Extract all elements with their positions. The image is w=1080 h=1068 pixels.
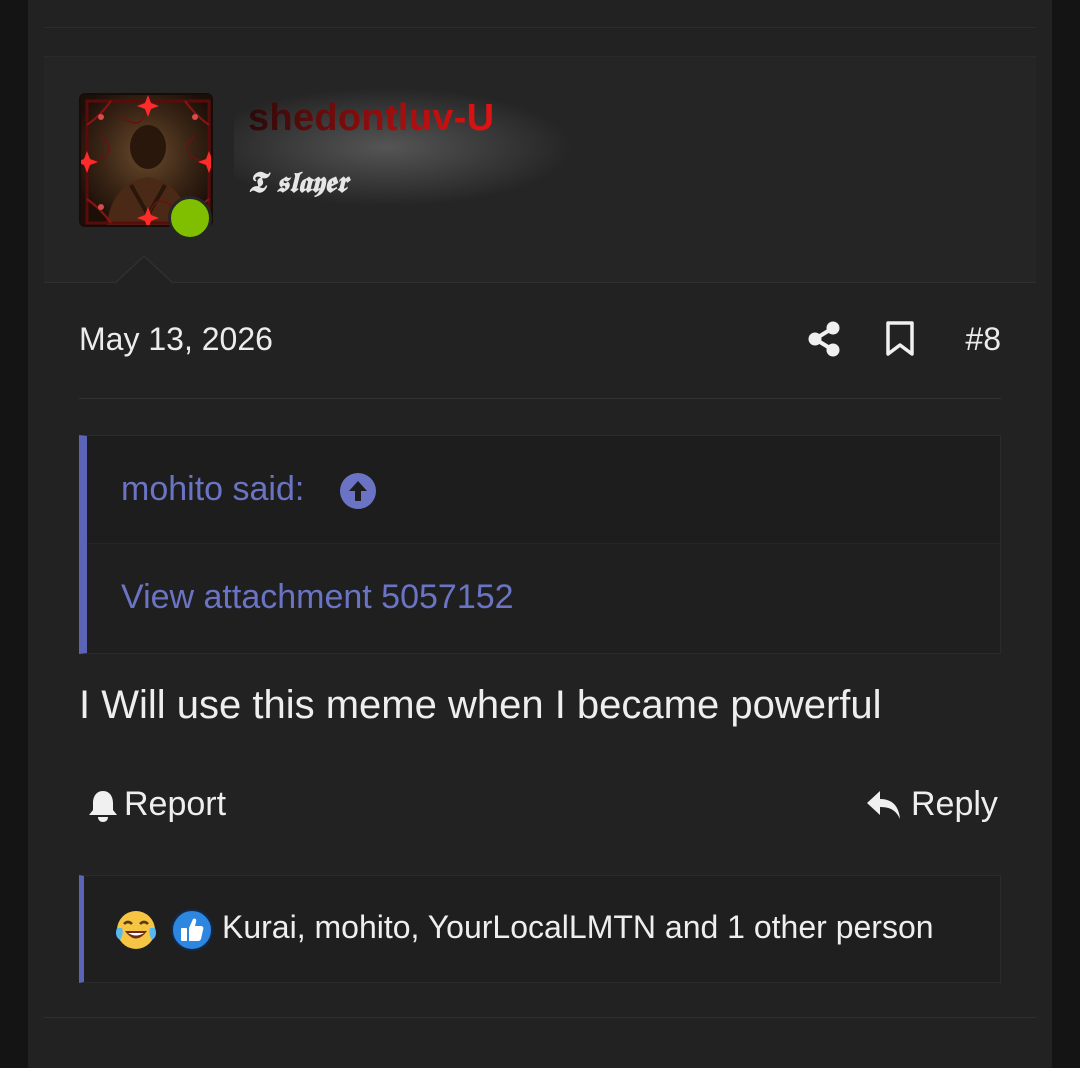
post-date[interactable]: May 13, 2026: [79, 321, 273, 358]
share-icon[interactable]: [807, 321, 841, 362]
reply-arrow-icon: [867, 791, 900, 819]
quote-header: mohito said:: [87, 436, 1000, 544]
reactions-bar[interactable]: Kurai, mohito, YourLocalLMTN and 1 other…: [79, 875, 1001, 983]
post-divider: [44, 1017, 1036, 1018]
message-post: shedontluv-U 𝕿 𝖘𝖑𝖆𝖞𝖊𝖗 May 13, 2026 #8 mo…: [44, 56, 1036, 1018]
online-status-indicator: [168, 196, 212, 240]
header-pointer-inner: [116, 257, 172, 283]
page: shedontluv-U 𝕿 𝖘𝖑𝖆𝖞𝖊𝖗 May 13, 2026 #8 mo…: [0, 0, 1080, 1068]
post-number[interactable]: #8: [965, 321, 1001, 358]
thumbs-up-icon: [171, 909, 213, 951]
previous-post-end: [44, 0, 1036, 28]
post-body: I Will use this meme when I became power…: [79, 683, 882, 727]
bell-icon: [89, 791, 117, 822]
reaction-summary[interactable]: Kurai, mohito, YourLocalLMTN and 1 other…: [222, 909, 934, 946]
user-title: 𝕿 𝖘𝖑𝖆𝖞𝖊𝖗: [248, 165, 348, 199]
message-meta: May 13, 2026 #8: [79, 283, 1001, 399]
report-label: Report: [124, 785, 227, 823]
arrow-up-circle-icon[interactable]: [340, 473, 376, 509]
bookmark-icon[interactable]: [885, 321, 915, 362]
laughing-crying-emoji-icon: [116, 911, 156, 949]
reply-label: Reply: [911, 785, 998, 823]
quote-author[interactable]: mohito said:: [121, 470, 304, 509]
quote-block: mohito said: View attachment 5057152: [79, 435, 1001, 654]
user-header: shedontluv-U 𝕿 𝖘𝖑𝖆𝖞𝖊𝖗: [44, 57, 1036, 283]
username[interactable]: shedontluv-U: [248, 97, 494, 140]
quote-attachment-link[interactable]: View attachment 5057152: [121, 578, 514, 617]
